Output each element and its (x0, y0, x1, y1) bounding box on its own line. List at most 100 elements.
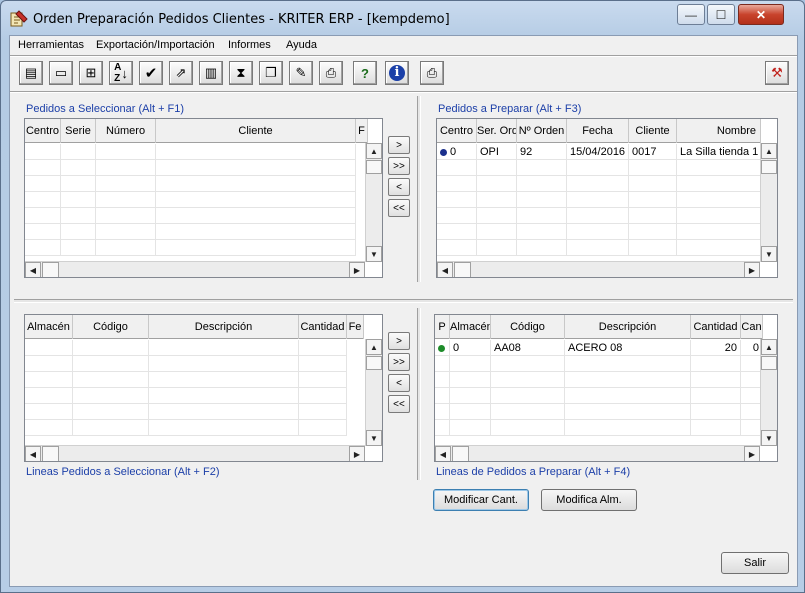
documents-icon[interactable]: ▥ (199, 61, 223, 85)
check-icon[interactable]: ✔ (139, 61, 163, 85)
table-row[interactable] (435, 388, 763, 404)
lineas-seleccionar-grid[interactable]: Almacén Código Descripción Cantidad Fe ▲… (24, 314, 383, 462)
table-row[interactable] (435, 420, 763, 436)
scroll-up-button[interactable]: ▲ (366, 143, 382, 159)
table-row[interactable] (437, 240, 761, 256)
scroll-right-button[interactable]: ▶ (349, 446, 365, 461)
pedidos-preparar-grid[interactable]: Centro Ser. Ord Nº Orden Fecha Cliente N… (436, 118, 778, 278)
menu-herramientas[interactable]: Herramientas (18, 39, 84, 51)
vertical-splitter-bottom[interactable] (417, 308, 421, 480)
column-header[interactable]: Fe (347, 315, 364, 339)
form-icon[interactable]: ▤ (19, 61, 43, 85)
print-icon[interactable]: ⎙ (420, 61, 444, 85)
column-header[interactable]: P (435, 315, 450, 339)
table-row[interactable] (437, 224, 761, 240)
table-row[interactable] (25, 144, 356, 160)
table-row[interactable] (25, 340, 347, 356)
column-header[interactable]: Nº Orden (517, 119, 567, 143)
table-row[interactable] (25, 208, 356, 224)
folder-export-icon[interactable]: ⇗ (169, 61, 193, 85)
lineas-preparar-grid[interactable]: P Almacén Código Descripción Cantidad Ca… (434, 314, 778, 462)
column-header[interactable]: Serie (61, 119, 96, 143)
scroll-down-button[interactable]: ▼ (761, 246, 777, 262)
vertical-scrollbar[interactable]: ▲ ▼ (760, 339, 777, 446)
pedidos-seleccionar-grid[interactable]: Centro Serie Número Cliente F ▲ ▼ ◀ ▶ (24, 118, 383, 278)
column-header[interactable]: Descripción (565, 315, 691, 339)
vertical-scrollbar[interactable]: ▲ ▼ (365, 339, 382, 446)
printer-icon[interactable]: ⎙ (319, 61, 343, 85)
exit-tools-icon[interactable]: ⚒ (765, 61, 789, 85)
column-header[interactable]: Almacén (450, 315, 491, 339)
column-header[interactable]: Cantidad (299, 315, 347, 339)
scroll-up-button[interactable]: ▲ (761, 143, 777, 159)
scroll-down-button[interactable]: ▼ (366, 430, 382, 446)
scroll-thumb[interactable] (366, 356, 382, 370)
modificar-cantidad-button[interactable]: Modificar Cant. (433, 489, 529, 511)
move-all-right-button[interactable]: >> (388, 157, 410, 175)
horizontal-splitter[interactable] (14, 299, 793, 303)
table-row[interactable] (437, 192, 761, 208)
move-all-lines-right-button[interactable]: >> (388, 353, 410, 371)
maximize-button[interactable]: ☐ (707, 4, 735, 25)
column-header[interactable]: Cliente (156, 119, 356, 143)
scroll-up-button[interactable]: ▲ (366, 339, 382, 355)
scroll-thumb[interactable] (366, 160, 382, 174)
scroll-thumb[interactable] (42, 446, 59, 461)
scroll-left-button[interactable]: ◀ (437, 262, 453, 277)
vertical-scrollbar[interactable]: ▲ ▼ (365, 143, 382, 262)
move-all-lines-left-button[interactable]: << (388, 395, 410, 413)
scroll-right-button[interactable]: ▶ (349, 262, 365, 277)
horizontal-scrollbar[interactable]: ◀ ▶ (437, 261, 760, 277)
move-one-right-button[interactable]: > (388, 136, 410, 154)
scroll-right-button[interactable]: ▶ (744, 262, 760, 277)
scroll-left-button[interactable]: ◀ (435, 446, 451, 461)
table-row[interactable] (437, 160, 761, 176)
scroll-left-button[interactable]: ◀ (25, 446, 41, 461)
menu-exportacion-importacion[interactable]: Exportación/Importación (96, 39, 215, 51)
minimize-button[interactable]: — (677, 4, 705, 25)
table-row[interactable] (25, 160, 356, 176)
filter-icon[interactable]: ⧗ (229, 61, 253, 85)
column-header[interactable]: F (356, 119, 368, 143)
help-icon[interactable]: ? (353, 61, 377, 85)
table-row[interactable] (25, 176, 356, 192)
table-row[interactable] (435, 356, 763, 372)
table-row[interactable] (25, 420, 347, 436)
column-header[interactable]: Cliente (629, 119, 677, 143)
scroll-down-button[interactable]: ▼ (366, 246, 382, 262)
table-row[interactable] (25, 192, 356, 208)
table-row[interactable] (435, 404, 763, 420)
column-header[interactable]: Nombre (677, 119, 761, 143)
windows-icon[interactable]: ❐ (259, 61, 283, 85)
move-line-right-button[interactable]: > (388, 332, 410, 350)
table-row[interactable]: 0 OPI 92 15/04/2016 0017 La Silla tienda… (437, 144, 761, 160)
table-row[interactable] (25, 356, 347, 372)
table-row[interactable] (25, 240, 356, 256)
column-header[interactable]: Almacén (25, 315, 73, 339)
scroll-thumb[interactable] (761, 356, 777, 370)
table-row[interactable]: 0 AA08 ACERO 08 20 0 (435, 340, 763, 356)
table-row[interactable] (437, 208, 761, 224)
scroll-thumb[interactable] (454, 262, 471, 277)
title-bar[interactable]: Orden Preparación Pedidos Clientes - KRI… (1, 1, 804, 35)
table-row[interactable] (25, 224, 356, 240)
column-header[interactable]: Can (741, 315, 763, 339)
info-icon[interactable]: i (385, 61, 409, 85)
column-header[interactable]: Ser. Ord (477, 119, 517, 143)
column-header[interactable]: Fecha (567, 119, 629, 143)
column-header[interactable]: Código (73, 315, 149, 339)
column-header[interactable]: Descripción (149, 315, 299, 339)
tree-icon[interactable]: ⊞ (79, 61, 103, 85)
scroll-down-button[interactable]: ▼ (761, 430, 777, 446)
salir-button[interactable]: Salir (721, 552, 789, 574)
table-row[interactable] (25, 388, 347, 404)
close-button[interactable]: ✕ (738, 4, 784, 25)
scroll-thumb[interactable] (761, 160, 777, 174)
column-header[interactable]: Centro (25, 119, 61, 143)
window-icon[interactable]: ▭ (49, 61, 73, 85)
table-row[interactable] (25, 404, 347, 420)
move-line-left-button[interactable]: < (388, 374, 410, 392)
column-header[interactable]: Código (491, 315, 565, 339)
sort-az-icon[interactable]: A Z ↓ (109, 61, 133, 85)
column-header[interactable]: Cantidad (691, 315, 741, 339)
